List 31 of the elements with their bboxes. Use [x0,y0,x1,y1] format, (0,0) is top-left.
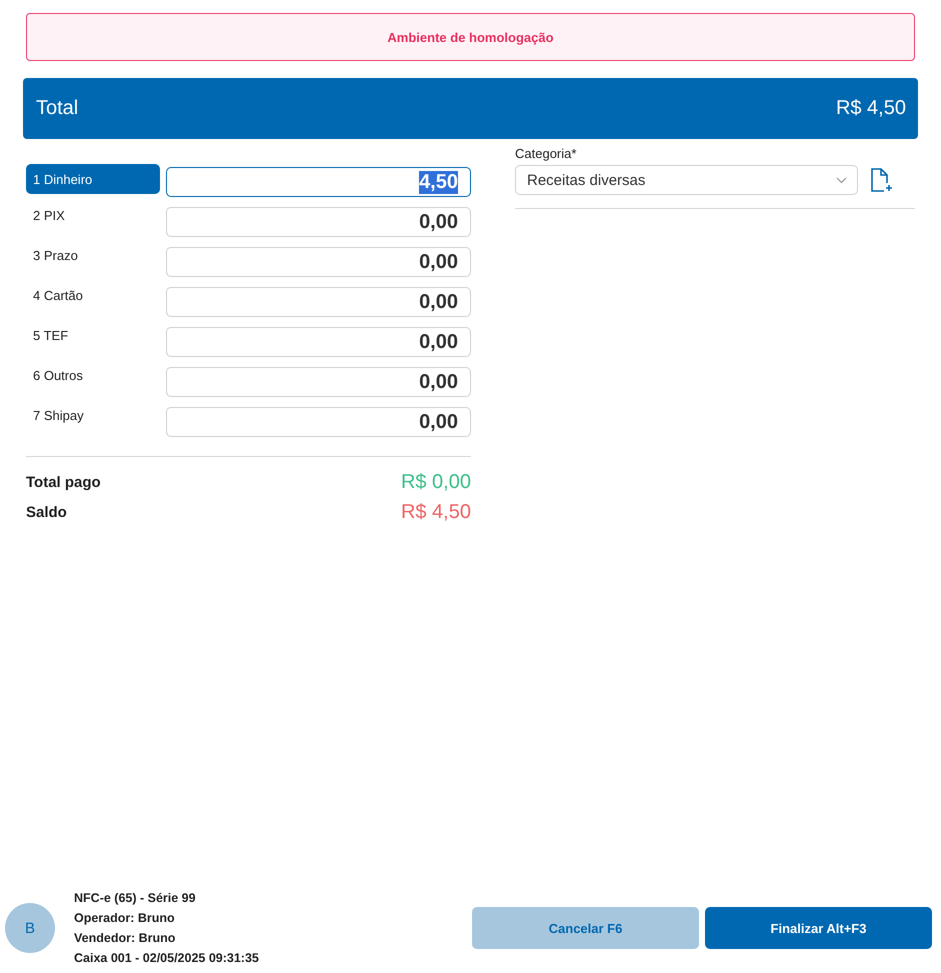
payment-method-tab[interactable]: 7 Shipay [26,400,160,430]
payment-method-tab[interactable]: 5 TEF [26,320,160,350]
amount-field[interactable]: 4,50 [166,167,471,197]
category-label: Categoria* [515,146,578,161]
amount-field[interactable]: 0,00 [166,367,471,397]
payment-method-tab[interactable]: 2 PIX [26,200,160,230]
user-avatar: B [5,903,55,953]
finalize-button[interactable]: Finalizar Alt+F3 [705,907,932,949]
category-select[interactable]: Receitas diversas [515,165,858,195]
environment-banner: Ambiente de homologação [26,13,915,61]
payment-method-tab[interactable]: 4 Cartão [26,280,160,310]
amount-field[interactable]: 0,00 [166,327,471,357]
amount-field[interactable]: 0,00 [166,207,471,237]
amount-field[interactable]: 0,00 [166,287,471,317]
total-label: Total [36,97,78,120]
session-info-text: NFC-e (65) - Série 99 [74,890,197,907]
summary-label: Total pago [26,474,101,490]
summary-label: Saldo [26,504,67,520]
summary-value: R$ 4,50 [400,500,471,524]
session-info-text: Caixa 001 - 02/05/2025 09:31:35 [74,950,260,967]
payment-method-tab[interactable]: 6 Outros [26,360,160,390]
session-info-text: Operador: Bruno [74,910,176,927]
summary-value: R$ 0,00 [400,470,471,494]
chevron-down-icon [836,176,847,184]
session-info-text: Vendedor: Bruno [74,930,176,947]
payment-method-tab[interactable]: 3 Prazo [26,240,160,270]
payment-method-tab[interactable]: 1 Dinheiro [26,164,160,194]
total-value: R$ 4,50 [836,97,906,120]
amount-field[interactable]: 0,00 [166,407,471,437]
new-file-icon[interactable] [870,167,894,193]
amount-field[interactable]: 0,00 [166,247,471,277]
